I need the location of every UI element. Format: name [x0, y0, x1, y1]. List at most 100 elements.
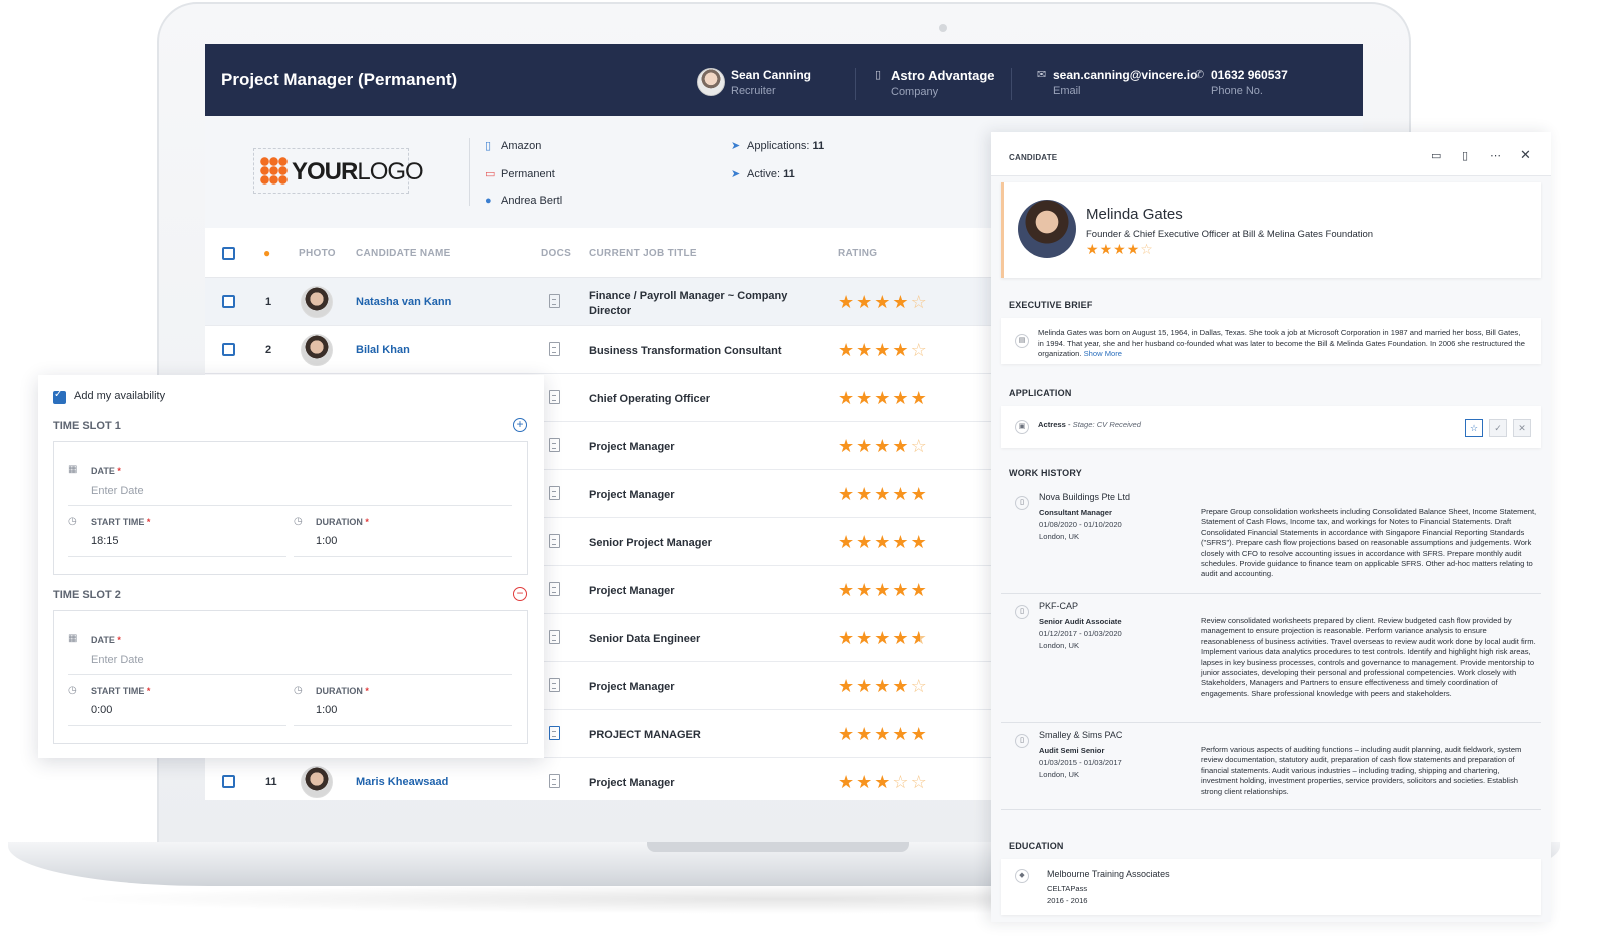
star-half-icon[interactable]: ★	[911, 628, 929, 648]
company-name[interactable]: Astro Advantage	[891, 68, 995, 83]
star-filled-icon[interactable]: ★	[874, 292, 892, 312]
star-filled-icon[interactable]: ★	[856, 388, 874, 408]
star-filled-icon[interactable]: ★	[892, 628, 910, 648]
star-filled-icon[interactable]: ★	[838, 388, 856, 408]
rating-stars[interactable]: ★★★★★	[838, 388, 929, 408]
star-filled-icon[interactable]: ★	[856, 532, 874, 552]
col-rating[interactable]: RATING	[838, 248, 877, 259]
star-empty-icon[interactable]: ☆	[911, 436, 929, 456]
document-icon[interactable]	[549, 630, 560, 644]
start-time-input[interactable]: 18:15	[91, 535, 119, 547]
duration-input[interactable]: 1:00	[316, 535, 337, 547]
document-icon[interactable]	[549, 534, 560, 548]
star-filled-icon[interactable]: ★	[874, 676, 892, 696]
remove-slot-icon[interactable]: −	[513, 587, 527, 601]
star-filled-icon[interactable]: ★	[856, 676, 874, 696]
candidate-name-link[interactable]: Bilal Khan	[356, 344, 410, 356]
candidate-photo[interactable]	[301, 286, 333, 318]
shortlist-star-button[interactable]: ☆	[1465, 419, 1483, 437]
star-filled-icon[interactable]: ★	[838, 436, 856, 456]
star-filled-icon[interactable]: ★	[856, 580, 874, 600]
star-filled-icon[interactable]: ★	[874, 580, 892, 600]
star-filled-icon[interactable]: ★	[911, 484, 929, 504]
rating-stars[interactable]: ★★★★★	[838, 484, 929, 504]
star-empty-icon[interactable]: ☆	[892, 772, 910, 792]
star-filled-icon[interactable]: ★	[856, 436, 874, 456]
star-filled-icon[interactable]: ★	[892, 676, 910, 696]
star-filled-icon[interactable]: ★	[838, 340, 856, 360]
star-filled-icon[interactable]: ★	[874, 628, 892, 648]
star-filled-icon[interactable]: ★	[892, 532, 910, 552]
star-filled-icon[interactable]: ★	[911, 580, 929, 600]
more-icon[interactable]: ⋯	[1490, 149, 1501, 162]
phone-value[interactable]: 01632 960537	[1211, 68, 1288, 82]
rating-stars[interactable]: ★★★★☆	[838, 436, 929, 456]
video-icon[interactable]: ▭	[1431, 149, 1441, 162]
document-icon[interactable]	[549, 438, 560, 452]
star-filled-icon[interactable]: ★	[838, 292, 856, 312]
star-filled-icon[interactable]: ★	[856, 724, 874, 744]
document-icon[interactable]: ▯	[1462, 149, 1468, 162]
document-icon[interactable]	[549, 390, 560, 404]
rating-stars[interactable]: ★★★★★	[838, 532, 929, 552]
rating-stars[interactable]: ★★★★★	[838, 628, 929, 648]
approve-button[interactable]: ✓	[1489, 419, 1507, 437]
candidate-rating[interactable]: ★★★★☆	[1086, 241, 1154, 258]
star-filled-icon[interactable]: ★	[892, 580, 910, 600]
rating-stars[interactable]: ★★★★★	[838, 724, 929, 744]
star-filled-icon[interactable]: ★	[874, 388, 892, 408]
document-icon[interactable]	[549, 726, 560, 740]
star-filled-icon[interactable]: ★	[892, 436, 910, 456]
star-filled-icon[interactable]: ★	[1100, 241, 1114, 257]
recruiter-name[interactable]: Sean Canning	[731, 68, 811, 82]
star-filled-icon[interactable]: ★	[911, 724, 929, 744]
star-empty-icon[interactable]: ☆	[911, 340, 929, 360]
email-value[interactable]: sean.canning@vincere.io	[1053, 68, 1197, 82]
star-filled-icon[interactable]: ★	[838, 484, 856, 504]
star-filled-icon[interactable]: ★	[856, 772, 874, 792]
close-icon[interactable]: ✕	[1520, 147, 1531, 163]
availability-checkbox[interactable]	[53, 389, 66, 404]
document-icon[interactable]	[549, 342, 560, 356]
rating-stars[interactable]: ★★★★★	[838, 580, 929, 600]
document-icon[interactable]	[549, 582, 560, 596]
star-filled-icon[interactable]: ★	[838, 724, 856, 744]
start-time-input[interactable]: 0:00	[91, 704, 112, 716]
rating-stars[interactable]: ★★★★☆	[838, 292, 929, 312]
star-filled-icon[interactable]: ★	[892, 340, 910, 360]
star-filled-icon[interactable]: ★	[874, 532, 892, 552]
add-slot-icon[interactable]: +	[513, 418, 527, 432]
star-empty-icon[interactable]: ☆	[1140, 241, 1154, 257]
rating-stars[interactable]: ★★★★☆	[838, 340, 929, 360]
star-filled-icon[interactable]: ★	[1086, 241, 1100, 257]
star-filled-icon[interactable]: ★	[874, 436, 892, 456]
date-input[interactable]: Enter Date	[91, 485, 144, 497]
owner-item[interactable]: ● Andrea Bertl	[485, 195, 562, 207]
star-empty-icon[interactable]: ☆	[911, 676, 929, 696]
duration-input[interactable]: 1:00	[316, 704, 337, 716]
candidate-name-link[interactable]: Natasha van Kann	[356, 296, 451, 308]
star-filled-icon[interactable]: ★	[838, 676, 856, 696]
document-icon[interactable]	[549, 486, 560, 500]
candidate-photo[interactable]	[301, 766, 333, 798]
date-input[interactable]: Enter Date	[91, 654, 144, 666]
col-candidate-name[interactable]: CANDIDATE NAME	[356, 248, 451, 259]
star-filled-icon[interactable]: ★	[874, 484, 892, 504]
star-filled-icon[interactable]: ★	[911, 532, 929, 552]
star-filled-icon[interactable]: ★	[838, 628, 856, 648]
star-filled-icon[interactable]: ★	[874, 724, 892, 744]
star-filled-icon[interactable]: ★	[838, 532, 856, 552]
client-item[interactable]: ▯ Amazon	[485, 139, 541, 152]
star-filled-icon[interactable]: ★	[892, 388, 910, 408]
col-job-title[interactable]: CURRENT JOB TITLE	[589, 248, 697, 259]
recruiter-avatar[interactable]	[697, 68, 725, 96]
star-filled-icon[interactable]: ★	[856, 484, 874, 504]
select-all-checkbox[interactable]	[222, 247, 235, 260]
show-more-link[interactable]: Show More	[1084, 349, 1122, 358]
document-icon[interactable]	[549, 678, 560, 692]
document-icon[interactable]	[549, 294, 560, 308]
star-empty-icon[interactable]: ☆	[911, 292, 929, 312]
star-filled-icon[interactable]: ★	[856, 628, 874, 648]
candidate-name-link[interactable]: Maris Kheawsaad	[356, 776, 448, 788]
row-checkbox[interactable]	[222, 295, 235, 308]
